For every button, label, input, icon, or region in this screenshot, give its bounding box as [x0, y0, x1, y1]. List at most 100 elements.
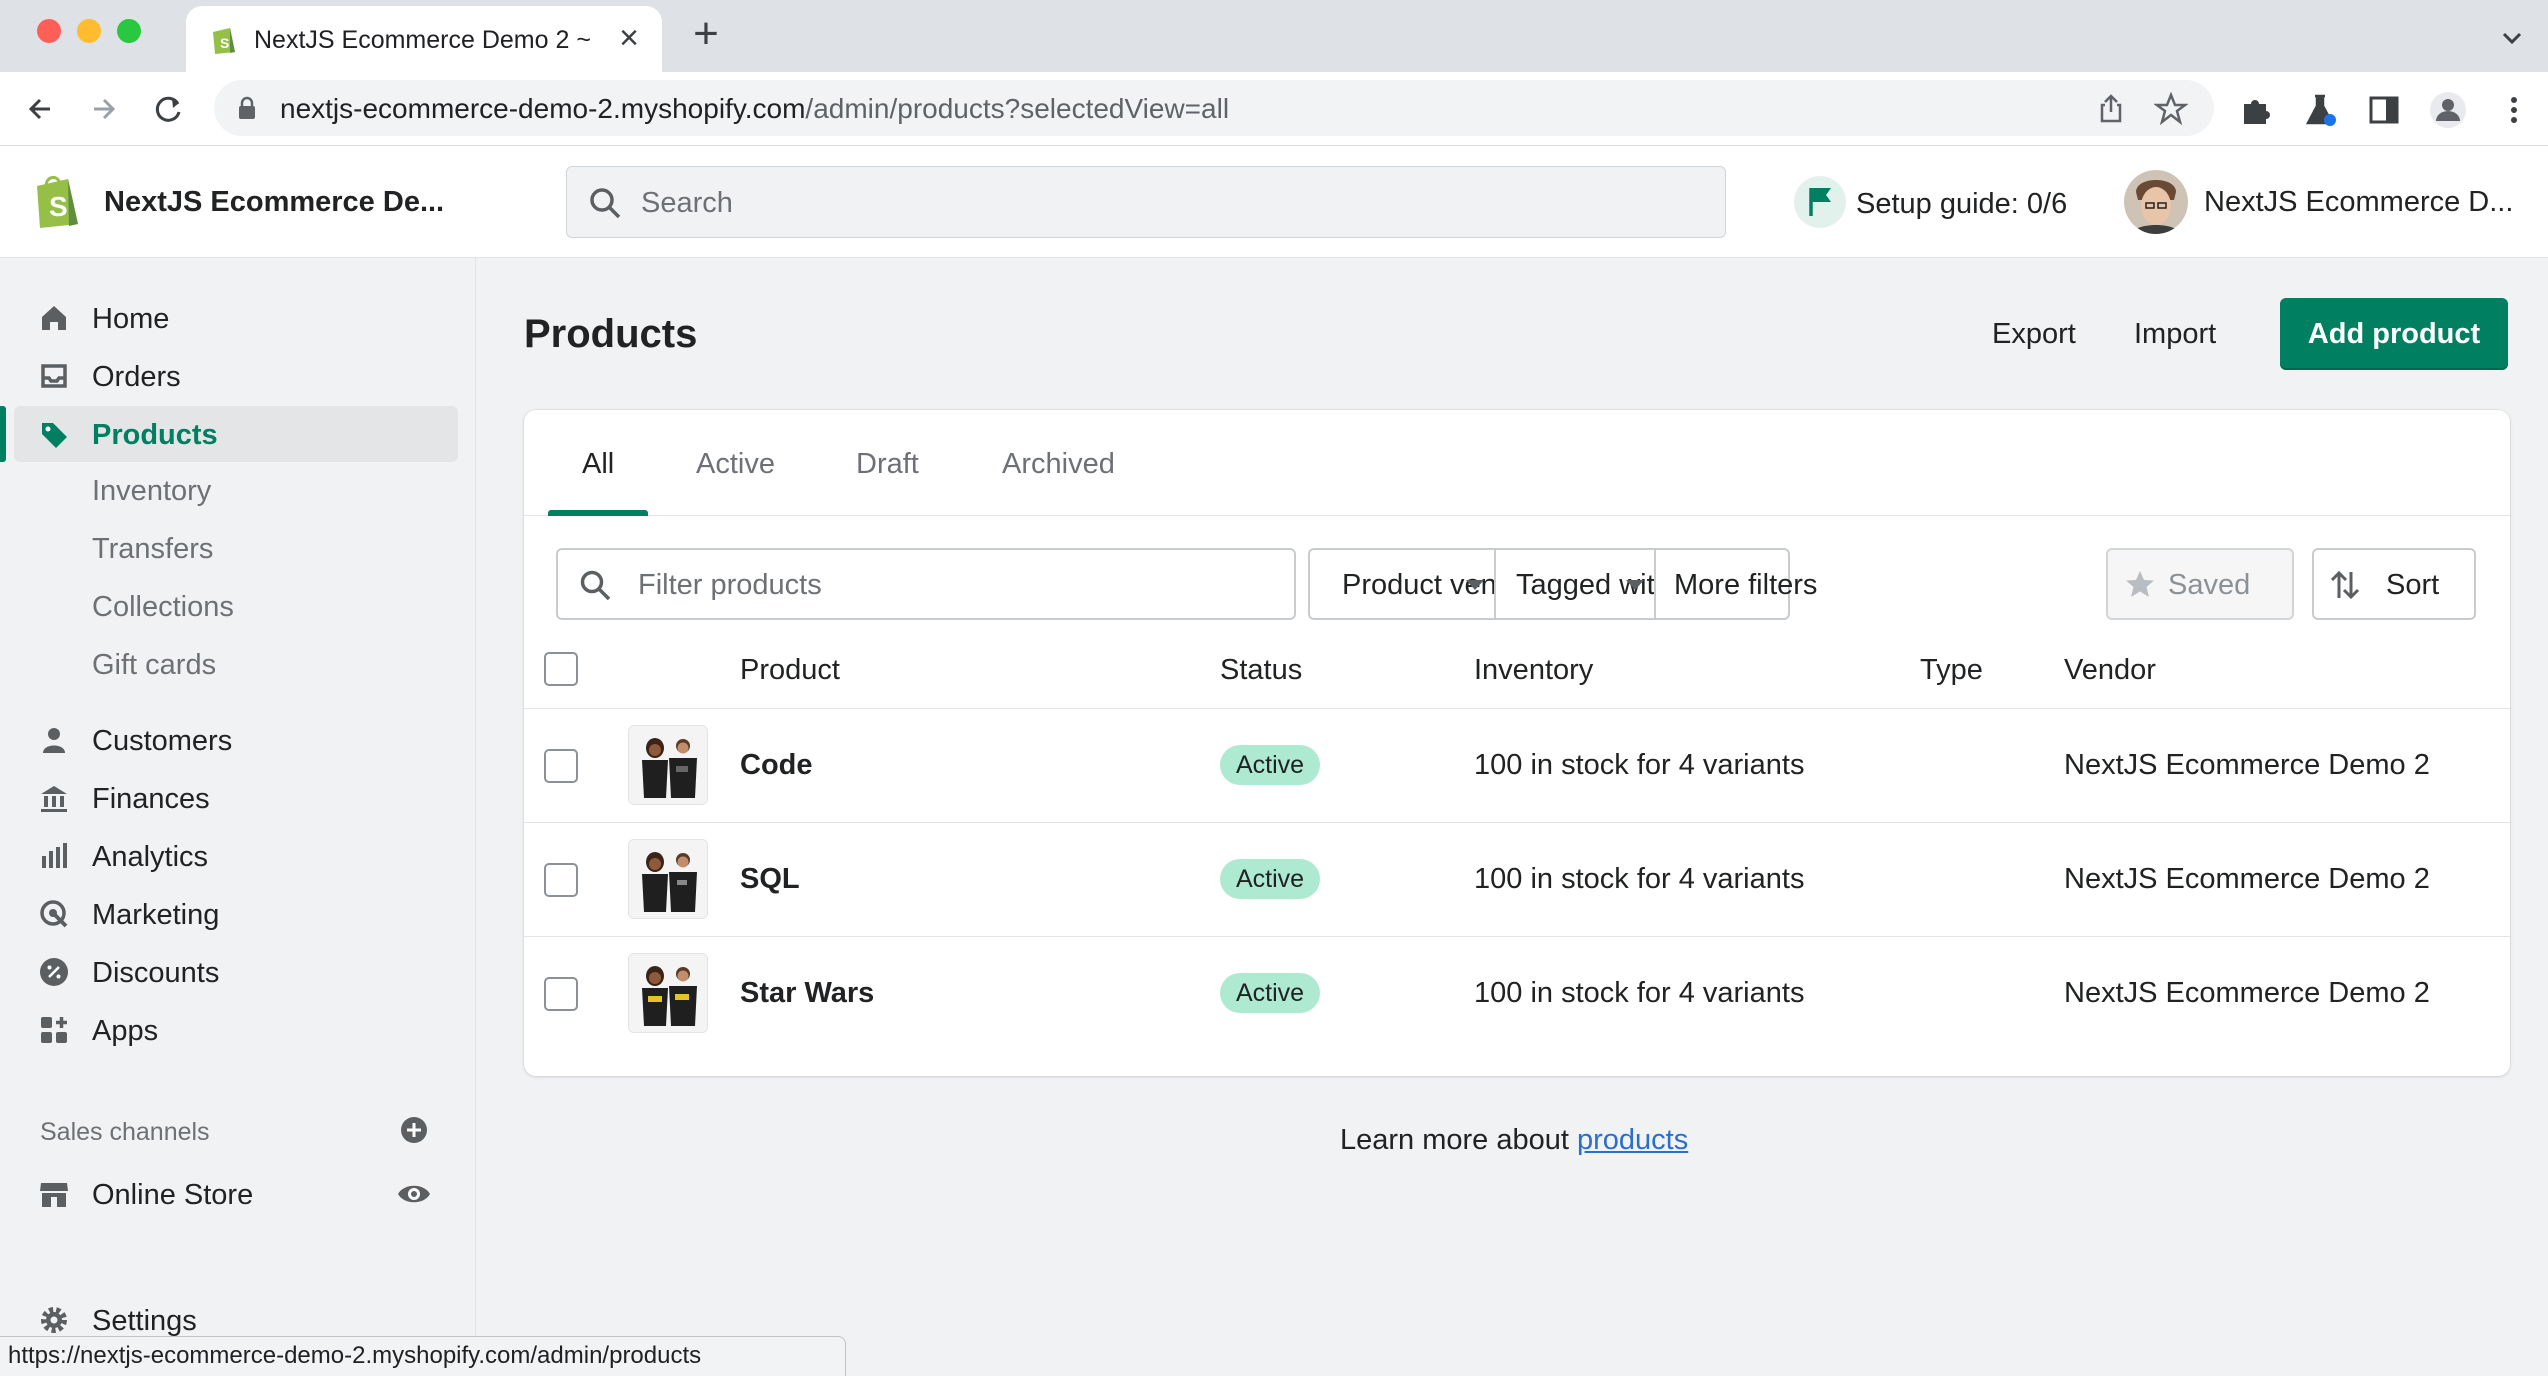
product-name[interactable]: SQL — [740, 863, 800, 896]
tab-title: NextJS Ecommerce Demo 2 ~ Products — [254, 26, 594, 54]
window-minimize-button[interactable] — [77, 19, 101, 43]
sidebar-nav: Home Orders Products Inventory Transfers… — [0, 258, 476, 1376]
page-title: Products — [524, 312, 698, 356]
sidebar-subitem-collections[interactable]: Collections — [14, 580, 458, 632]
tab-archived[interactable]: Archived — [1002, 448, 1115, 481]
sidebar-subitem-inventory[interactable]: Inventory — [14, 464, 458, 516]
sidebar-item-label: Discounts — [92, 957, 220, 989]
select-all-checkbox[interactable] — [544, 652, 578, 686]
selected-tab-indicator — [548, 510, 648, 516]
import-button[interactable]: Import — [2134, 318, 2216, 351]
person-icon — [43, 728, 65, 753]
sidebar-subitem-label: Transfers — [92, 533, 214, 565]
row-checkbox[interactable] — [544, 749, 578, 783]
sidebar-subitem-gift-cards[interactable]: Gift cards — [14, 638, 458, 690]
sidebar-item-analytics[interactable]: Analytics — [14, 828, 458, 884]
status-badge: Active — [1220, 973, 1321, 1013]
store-name[interactable]: NextJS Ecommerce De... — [104, 186, 444, 219]
sidebar-item-orders[interactable]: Orders — [14, 348, 458, 404]
sidebar-subitem-label: Inventory — [92, 475, 212, 507]
address-bar[interactable]: nextjs-ecommerce-demo-2.myshopify.com/ad… — [214, 80, 2214, 136]
status-badge: Active — [1220, 859, 1321, 899]
sidebar-item-apps[interactable]: Apps — [14, 1002, 458, 1058]
vendor-text: NextJS Ecommerce Demo 2 — [2064, 863, 2430, 895]
sidebar-item-online-store[interactable]: Online Store — [14, 1166, 458, 1222]
caret-down-icon — [1626, 580, 1644, 590]
search-placeholder: Search — [641, 187, 733, 219]
tagged-with-dropdown[interactable]: Tagged with — [1494, 548, 1671, 620]
learn-more-prefix: Learn more about — [1340, 1124, 1577, 1156]
back-arrow-icon[interactable] — [20, 88, 62, 130]
products-help-link[interactable]: products — [1577, 1124, 1688, 1156]
bank-icon — [41, 786, 67, 812]
products-card: All Active Draft Archived Filter product… — [524, 410, 2510, 1076]
sidebar-item-label: Finances — [92, 783, 210, 815]
sort-label: Sort — [2386, 569, 2440, 601]
setup-guide-button[interactable]: Setup guide: 0/6 — [1794, 176, 2094, 230]
shopify-logo-icon[interactable]: S — [32, 172, 82, 230]
table-row[interactable]: Code Active 100 in stock for 4 variants … — [524, 709, 2510, 823]
search-input[interactable]: Search — [566, 166, 1726, 238]
add-circle-icon[interactable] — [398, 1114, 430, 1146]
profile-avatar-icon[interactable] — [2428, 90, 2468, 130]
column-header-inventory[interactable]: Inventory — [1474, 654, 1593, 687]
browser-tab[interactable]: S NextJS Ecommerce Demo 2 ~ Products × — [186, 6, 662, 72]
sidebar-item-label: Apps — [92, 1015, 159, 1047]
home-icon — [42, 306, 66, 330]
inventory-text: 100 in stock for 4 variants — [1474, 977, 1805, 1009]
eye-icon[interactable] — [396, 1176, 432, 1212]
tab-active[interactable]: Active — [696, 448, 775, 481]
window-close-button[interactable] — [37, 19, 61, 43]
add-product-button[interactable]: Add product — [2280, 298, 2508, 370]
tab-all[interactable]: All — [582, 448, 614, 481]
reload-icon[interactable] — [148, 88, 190, 130]
kebab-menu-icon[interactable] — [2494, 90, 2534, 130]
sidebar-subitem-transfers[interactable]: Transfers — [14, 522, 458, 574]
column-header-type[interactable]: Type — [1920, 654, 1983, 687]
saved-button[interactable]: Saved — [2106, 548, 2294, 620]
column-header-status[interactable]: Status — [1220, 654, 1302, 687]
tab-search-chevron-icon[interactable] — [2494, 20, 2530, 56]
sidebar-item-discounts[interactable]: Discounts — [14, 944, 458, 1000]
sidebar-item-home[interactable]: Home — [14, 290, 458, 346]
product-name[interactable]: Code — [740, 749, 813, 782]
setup-guide-label: Setup guide: 0/6 — [1856, 188, 2068, 220]
window-zoom-button[interactable] — [117, 19, 141, 43]
tab-draft[interactable]: Draft — [856, 448, 919, 481]
url-text: nextjs-ecommerce-demo-2.myshopify.com/ad… — [280, 93, 1230, 124]
table-row[interactable]: SQL Active 100 in stock for 4 variants N… — [524, 823, 2510, 937]
product-vendor-dropdown[interactable]: Product vendor — [1308, 548, 1539, 620]
bookmark-star-icon[interactable] — [2154, 92, 2188, 126]
sidebar-item-customers[interactable]: Customers — [14, 712, 458, 768]
product-name[interactable]: Star Wars — [740, 977, 874, 1010]
account-avatar[interactable] — [2124, 170, 2188, 234]
sidebar-item-marketing[interactable]: Marketing — [14, 886, 458, 942]
extensions-puzzle-icon[interactable] — [2236, 90, 2276, 130]
sidebar-subitem-label: Gift cards — [92, 649, 217, 681]
sidebar-item-label: Customers — [92, 725, 233, 757]
sidebar-item-products[interactable]: Products — [0, 406, 458, 462]
share-icon[interactable] — [2094, 92, 2128, 126]
column-header-vendor[interactable]: Vendor — [2064, 654, 2156, 687]
lab-flask-icon[interactable] — [2300, 90, 2340, 130]
store-icon — [40, 1183, 68, 1207]
tab-close-icon[interactable]: × — [614, 21, 644, 55]
more-filters-button[interactable]: More filters — [1654, 548, 1817, 620]
column-header-product[interactable]: Product — [740, 654, 840, 687]
row-checkbox[interactable] — [544, 863, 578, 897]
sidebar-item-finances[interactable]: Finances — [14, 770, 458, 826]
more-filters-text: More filters — [1674, 569, 1818, 601]
forward-arrow-icon[interactable] — [82, 88, 124, 130]
flag-icon — [1794, 176, 1846, 228]
new-tab-button[interactable]: + — [688, 12, 724, 56]
table-row[interactable]: Star Wars Active 100 in stock for 4 vari… — [524, 937, 2510, 1051]
sidebar-subitem-label: Collections — [92, 591, 234, 623]
side-panel-icon[interactable] — [2364, 90, 2404, 130]
sort-arrows-icon — [2330, 570, 2360, 600]
filter-products-input[interactable]: Filter products — [556, 548, 1296, 620]
target-icon — [40, 900, 68, 928]
account-name[interactable]: NextJS Ecommerce D... — [2204, 186, 2513, 219]
sort-button[interactable]: Sort — [2312, 548, 2476, 620]
row-checkbox[interactable] — [544, 977, 578, 1011]
export-button[interactable]: Export — [1992, 318, 2076, 351]
